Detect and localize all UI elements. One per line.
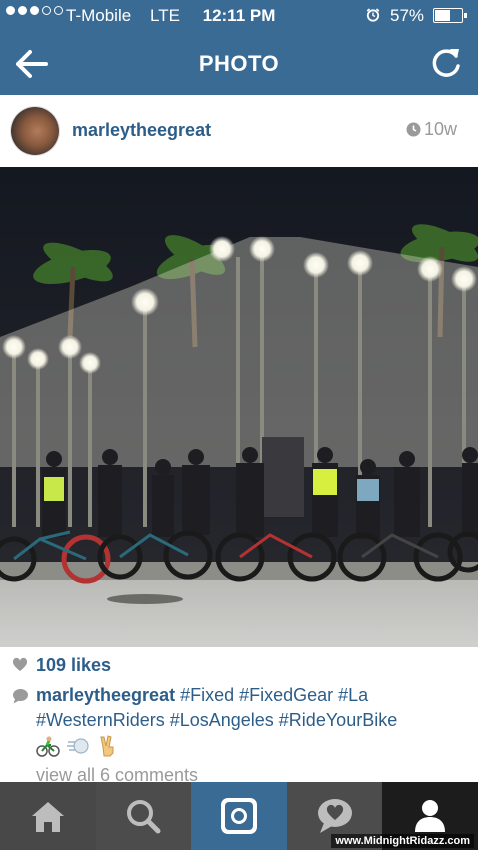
dash-emoji — [67, 738, 89, 754]
caption-emojis — [36, 734, 120, 758]
victory-hand-emoji — [100, 735, 114, 757]
tab-explore[interactable] — [95, 782, 192, 850]
activity-icon — [317, 799, 352, 833]
caption-username[interactable]: marleytheegreat — [36, 685, 175, 705]
tab-camera[interactable] — [191, 782, 287, 850]
tab-home[interactable] — [0, 782, 96, 850]
post-photo[interactable] — [0, 167, 478, 647]
refresh-button[interactable] — [424, 44, 468, 84]
refresh-icon — [432, 49, 460, 77]
caption: marleytheegreat #Fixed #FixedGear #La #W… — [36, 683, 472, 733]
post-username[interactable]: marleytheegreat — [72, 120, 211, 141]
post-header: marleytheegreat 10w — [0, 95, 478, 167]
watermark: www.MidnightRidazz.com — [331, 834, 474, 848]
post-age: 10w — [424, 119, 458, 139]
battery-icon — [433, 8, 467, 23]
heart-icon — [12, 657, 28, 671]
likes-count[interactable]: 109 likes — [36, 655, 111, 676]
page-title: PHOTO — [198, 51, 280, 76]
nav-bar: PHOTO — [0, 32, 478, 95]
search-icon — [127, 800, 161, 834]
status-bar: T-Mobile LTE 12:11 PM 57% — [0, 0, 478, 32]
home-icon — [31, 802, 64, 832]
cyclist-emoji — [36, 736, 60, 757]
battery-percent: 57% — [390, 6, 425, 25]
profile-icon — [415, 800, 446, 832]
camera-icon — [220, 798, 257, 834]
avatar[interactable] — [11, 107, 59, 155]
alarm-clock-icon — [366, 8, 380, 22]
comment-icon — [13, 689, 28, 704]
clock-icon — [406, 122, 421, 137]
likes-row: 109 likes — [0, 654, 478, 678]
